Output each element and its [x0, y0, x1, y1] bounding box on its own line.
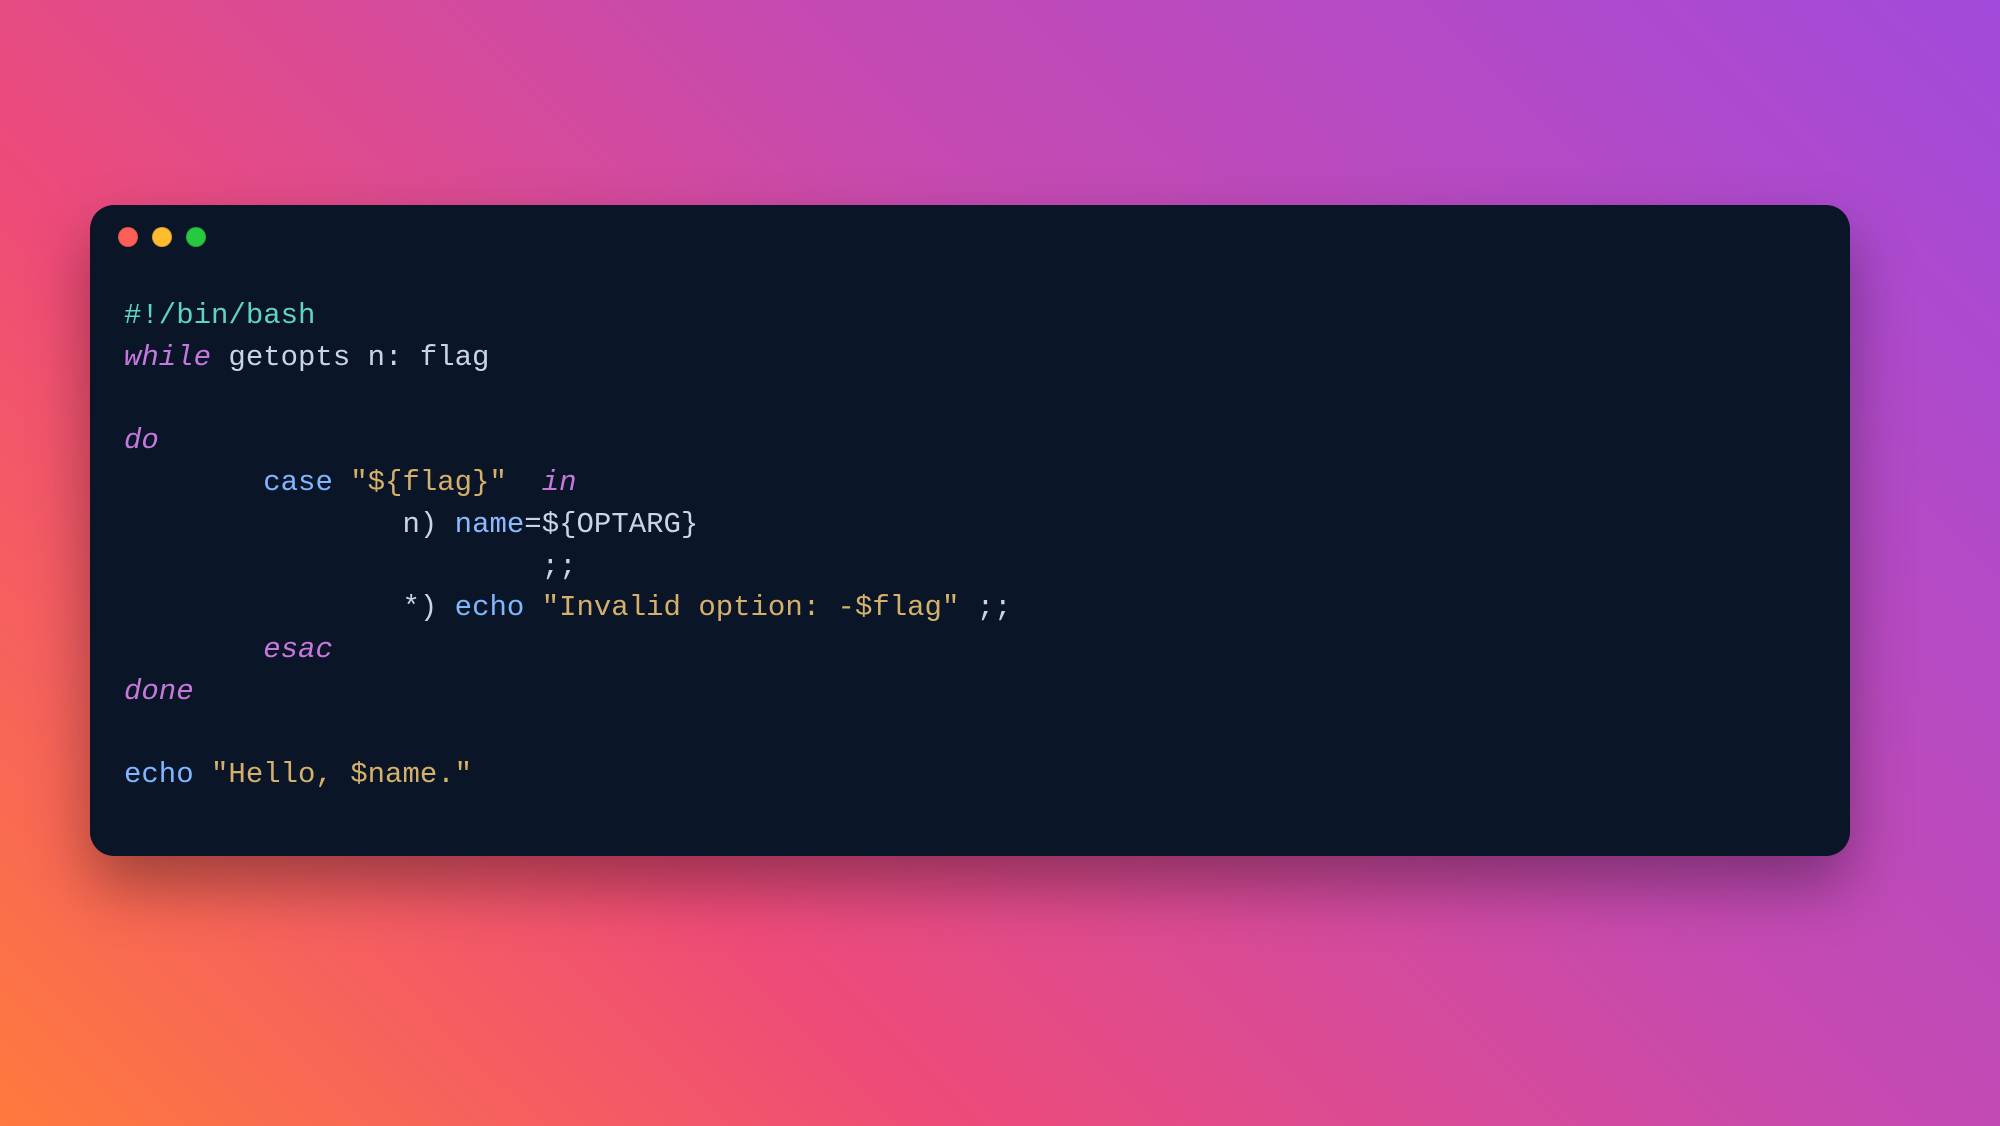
code-var-ref: ${OPTARG}	[542, 508, 699, 541]
code-keyword-do: do	[124, 424, 159, 457]
code-keyword-in: in	[542, 466, 577, 499]
code-dsemi: ;;	[542, 550, 577, 583]
code-string: "${flag}"	[350, 466, 507, 499]
minimize-icon[interactable]	[152, 227, 172, 247]
code-case: case	[263, 466, 350, 499]
code-dsemi: ;;	[959, 591, 1011, 624]
code-echo: echo	[124, 758, 211, 791]
code-var-name: name	[455, 508, 525, 541]
code-eq: =	[524, 508, 541, 541]
code-indent	[124, 466, 263, 499]
code-keyword-done: done	[124, 675, 194, 708]
code-space	[507, 466, 542, 499]
code-window: #!/bin/bash while getopts n: flag do cas…	[90, 205, 1850, 856]
code-echo: echo	[455, 591, 542, 624]
window-titlebar	[90, 205, 1850, 257]
code-indent	[124, 550, 542, 583]
code-indent	[124, 508, 402, 541]
code-pattern-n: n)	[402, 508, 454, 541]
code-keyword-while: while	[124, 341, 211, 374]
code-keyword-esac: esac	[263, 633, 333, 666]
code-text: getopts n: flag	[211, 341, 489, 374]
code-shebang: #!/bin/bash	[124, 299, 315, 332]
code-string: "Invalid option: -$flag"	[542, 591, 960, 624]
zoom-icon[interactable]	[186, 227, 206, 247]
close-icon[interactable]	[118, 227, 138, 247]
code-pattern-star: *)	[402, 591, 454, 624]
code-block: #!/bin/bash while getopts n: flag do cas…	[90, 257, 1850, 796]
code-indent	[124, 591, 402, 624]
code-string: "Hello, $name."	[211, 758, 472, 791]
code-indent	[124, 633, 263, 666]
gradient-background: #!/bin/bash while getopts n: flag do cas…	[0, 0, 2000, 1126]
